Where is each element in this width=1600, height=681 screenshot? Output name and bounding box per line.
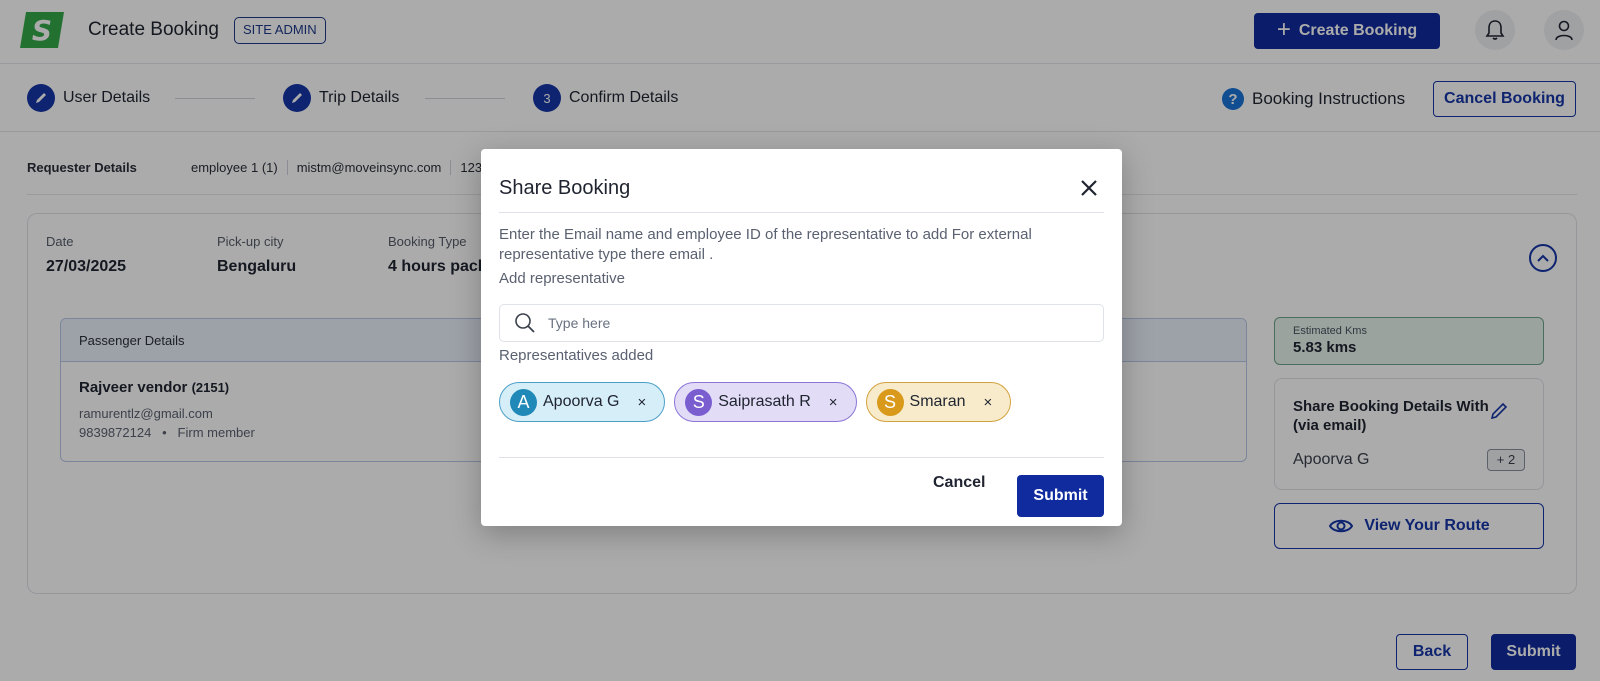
representative-search[interactable] [499, 304, 1104, 342]
representative-name: Smaran [909, 393, 966, 410]
remove-representative-icon[interactable]: × [637, 394, 646, 411]
avatar: S [876, 388, 904, 416]
remove-representative-icon[interactable]: × [829, 394, 838, 411]
modal-divider [499, 212, 1104, 213]
representative-chip: S Saiprasath R × [674, 382, 857, 422]
representative-search-input[interactable] [548, 315, 1068, 331]
search-icon [515, 313, 535, 333]
share-booking-modal: Share Booking Enter the Email name and e… [481, 149, 1122, 526]
remove-representative-icon[interactable]: × [984, 394, 993, 411]
representative-chips: A Apoorva G × S Saiprasath R × S Smaran … [499, 382, 1012, 422]
representative-chip: A Apoorva G × [499, 382, 666, 422]
modal-description: Enter the Email name and employee ID of … [499, 226, 1032, 263]
representative-chip: S Smaran × [865, 382, 1012, 422]
modal-title: Share Booking [499, 177, 631, 199]
modal-submit-button[interactable]: Submit [1017, 475, 1104, 517]
representative-name: Saiprasath R [718, 393, 811, 410]
representatives-added-label: Representatives added [499, 347, 654, 364]
modal-cancel-button[interactable]: Cancel [933, 474, 985, 492]
close-icon[interactable] [1078, 177, 1100, 199]
avatar: A [510, 388, 537, 416]
add-representative-label: Add representative [499, 270, 625, 287]
avatar: S [685, 388, 713, 416]
representative-name: Apoorva G [543, 393, 620, 410]
modal-footer-divider [499, 457, 1104, 458]
